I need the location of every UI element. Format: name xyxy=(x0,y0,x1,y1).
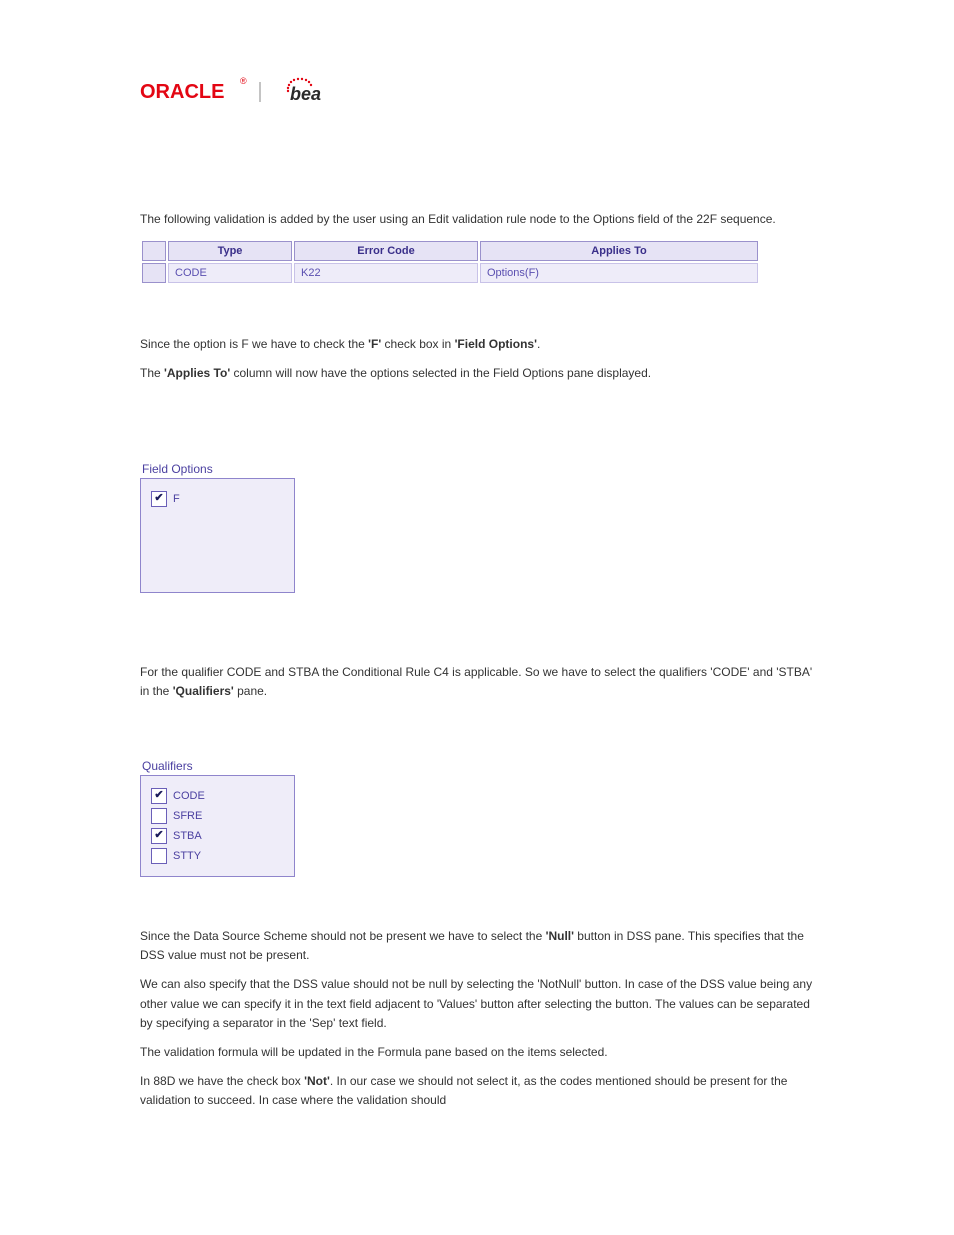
table-corner xyxy=(142,241,166,261)
checkbox-stba[interactable] xyxy=(151,828,167,844)
checkbox-label-f: F xyxy=(173,493,180,505)
paragraph-dss-null: Since the Data Source Scheme should not … xyxy=(140,927,814,965)
table-row: CODE K22 Options(F) xyxy=(142,263,758,283)
paragraph-qualifiers: For the qualifier CODE and STBA the Cond… xyxy=(140,663,814,701)
field-options-panel: Field Options F xyxy=(140,462,814,593)
checkbox-label-sfre: SFRE xyxy=(173,810,202,822)
field-options-title: Field Options xyxy=(140,462,814,476)
qualifiers-title: Qualifiers xyxy=(140,759,814,773)
paragraph-dss-notnull: We can also specify that the DSS value s… xyxy=(140,975,814,1033)
checkbox-stty[interactable] xyxy=(151,848,167,864)
checkbox-label-stba: STBA xyxy=(173,830,202,842)
checkbox-row-stba[interactable]: STBA xyxy=(151,828,284,844)
svg-text:®: ® xyxy=(240,76,247,86)
paragraph-applies-to: The 'Applies To' column will now have th… xyxy=(140,364,814,383)
checkbox-row-f[interactable]: F xyxy=(151,491,284,507)
checkbox-label-stty: STTY xyxy=(173,850,201,862)
checkbox-label-code: CODE xyxy=(173,790,205,802)
checkbox-f[interactable] xyxy=(151,491,167,507)
col-type: Type xyxy=(168,241,292,261)
cell-type: CODE xyxy=(168,263,292,283)
validation-table: Type Error Code Applies To CODE K22 Opti… xyxy=(140,239,760,285)
col-applies-to: Applies To xyxy=(480,241,758,261)
checkbox-row-sfre[interactable]: SFRE xyxy=(151,808,284,824)
qualifiers-panel: Qualifiers CODE SFRE STBA STTY xyxy=(140,759,814,877)
paragraph-field-option: Since the option is F we have to check t… xyxy=(140,335,814,354)
oracle-logo: ORACLE xyxy=(140,81,224,103)
cell-error-code: K22 xyxy=(294,263,478,283)
checkbox-sfre[interactable] xyxy=(151,808,167,824)
paragraph-formula: The validation formula will be updated i… xyxy=(140,1043,814,1062)
checkbox-row-code[interactable]: CODE xyxy=(151,788,284,804)
paragraph-88d: In 88D we have the check box 'Not'. In o… xyxy=(140,1072,814,1110)
col-error-code: Error Code xyxy=(294,241,478,261)
logo-row: ORACLE ® bea xyxy=(140,70,814,110)
bea-logo: bea xyxy=(290,84,321,104)
paragraph-intro: The following validation is added by the… xyxy=(140,210,814,229)
cell-applies-to: Options(F) xyxy=(480,263,758,283)
checkbox-code[interactable] xyxy=(151,788,167,804)
checkbox-row-stty[interactable]: STTY xyxy=(151,848,284,864)
